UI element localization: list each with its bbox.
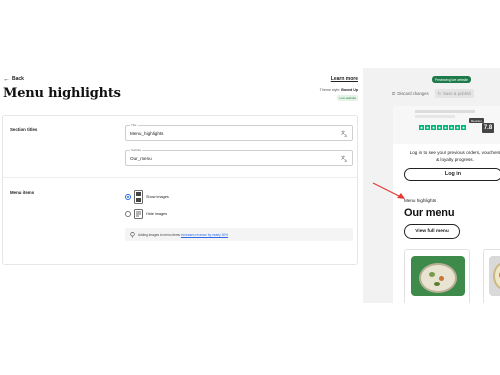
rating-stars: ★ ★ ★ ★ ★ ★ ★ ★ xyxy=(419,125,466,130)
show-images-label: Show images xyxy=(146,195,169,199)
title-field-label: Title xyxy=(130,123,138,127)
page-title: Menu highlights xyxy=(3,86,121,101)
translate-icon[interactable]: 文 A xyxy=(341,155,348,162)
our-menu-title: Our menu xyxy=(404,207,455,219)
subtitle-field[interactable]: Subtitle Our_menu 文 A xyxy=(125,148,353,166)
hide-images-label: Hide images xyxy=(146,212,168,216)
section-divider xyxy=(3,177,357,178)
menu-items-heading: Menu items xyxy=(10,190,35,195)
menu-item-card[interactable] xyxy=(404,249,470,303)
text-layout-icon xyxy=(134,209,143,219)
save-label: Save & publish xyxy=(443,90,472,96)
previewing-badge: Previewing live website xyxy=(432,76,471,83)
lightbulb-icon xyxy=(130,231,135,238)
menu-item-card[interactable] xyxy=(483,249,500,303)
star-icon: ★ xyxy=(449,125,454,130)
back-link[interactable]: ← Back xyxy=(3,75,24,83)
star-icon: ★ xyxy=(443,125,448,130)
hint-link[interactable]: increases revenue by nearly 30% xyxy=(181,233,228,237)
star-icon: ★ xyxy=(431,125,436,130)
show-images-option[interactable]: Show images xyxy=(125,190,169,204)
placeholder-bar xyxy=(415,110,475,113)
save-publish-button[interactable]: ↻ Save & publish xyxy=(434,88,475,98)
menu-highlights-subtitle: Menu highlights xyxy=(404,198,437,203)
login-button[interactable]: Log in xyxy=(404,168,500,181)
star-icon: ★ xyxy=(419,125,424,130)
theme-style-value: Boxed Up xyxy=(341,88,358,92)
theme-style-prefix: Theme style: xyxy=(319,88,342,92)
placeholder-bar xyxy=(415,115,455,118)
title-field[interactable]: Title Menu_highlights 文 A xyxy=(125,123,353,141)
refresh-icon: ↻ xyxy=(437,90,442,96)
back-label: Back xyxy=(12,76,24,82)
discard-changes-button[interactable]: ⎚ Discard changes xyxy=(392,91,429,96)
view-full-menu-button[interactable]: View full menu xyxy=(404,224,460,239)
star-icon: ★ xyxy=(461,125,466,130)
star-icon: ★ xyxy=(455,125,460,130)
title-field-value: Menu_highlights xyxy=(130,131,164,136)
translate-icon[interactable]: 文 A xyxy=(341,130,348,137)
discard-icon: ⎚ xyxy=(392,90,396,96)
hint-text: Adding images to menu items xyxy=(138,232,181,237)
svg-text:A: A xyxy=(345,134,348,137)
star-icon: ★ xyxy=(437,125,442,130)
live-website-badge: Live website xyxy=(337,95,358,101)
section-titles-heading: Section titles xyxy=(10,127,38,132)
subtitle-field-label: Subtitle xyxy=(130,148,143,152)
preview-top-strip: Reorder ★ ★ ★ ★ ★ ★ ★ ★ 7.8 xyxy=(393,106,500,144)
food-image xyxy=(489,256,500,296)
subtitle-field-value: Our_menu xyxy=(130,156,152,161)
settings-card: Section titles Title Menu_highlights 文 A… xyxy=(2,115,358,265)
star-icon: ★ xyxy=(425,125,430,130)
theme-style-text: Theme style: Boxed Up xyxy=(320,88,358,92)
hide-images-option[interactable]: Hide images xyxy=(125,209,167,219)
annotation-arrow-icon xyxy=(372,182,405,199)
arrow-left-icon: ← xyxy=(3,75,10,83)
revenue-hint: Adding images to menu items increases re… xyxy=(125,228,353,241)
learn-more-link[interactable]: Learn more xyxy=(331,76,358,82)
discard-label: Discard changes xyxy=(397,90,429,96)
food-image xyxy=(411,256,465,296)
login-prompt: Log in to see your previous orders, vouc… xyxy=(409,150,500,162)
svg-text:A: A xyxy=(345,159,348,162)
image-layout-icon xyxy=(134,190,143,204)
rating-score: 7.8 xyxy=(482,123,494,133)
editor-panel: ← Back Learn more Menu highlights Theme … xyxy=(0,68,363,298)
preview-actions: ⎚ Discard changes ↻ Save & publish xyxy=(392,88,500,98)
show-images-radio[interactable] xyxy=(125,194,131,200)
hide-images-radio[interactable] xyxy=(125,211,131,217)
preview-phone: Reorder ★ ★ ★ ★ ★ ★ ★ ★ 7.8 Log in to se… xyxy=(393,106,500,303)
